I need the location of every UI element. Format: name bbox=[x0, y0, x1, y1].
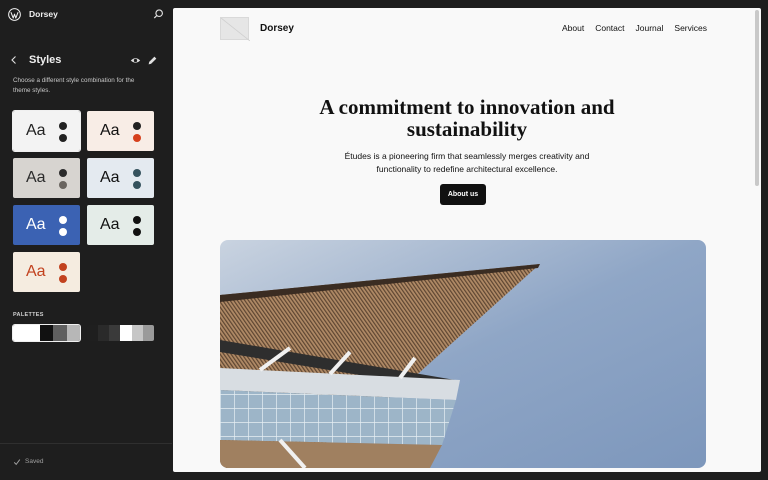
palettes-heading: PALETTES bbox=[13, 312, 44, 318]
hero-image[interactable] bbox=[220, 240, 706, 468]
variation-typography-sample: Aa bbox=[100, 216, 120, 233]
variation-color-dot bbox=[133, 134, 141, 142]
palette-option-1[interactable] bbox=[12, 324, 81, 342]
palette-option-2[interactable] bbox=[87, 325, 154, 341]
style-variation-2[interactable]: Aa bbox=[87, 111, 154, 151]
style-variation-5[interactable]: Aa bbox=[13, 205, 80, 245]
style-variation-1[interactable]: Aa bbox=[12, 110, 81, 152]
preview-scrollbar[interactable] bbox=[755, 10, 759, 186]
palette-swatch bbox=[26, 325, 40, 341]
hero-heading-line1: A commitment to innovation and bbox=[319, 95, 615, 119]
palette-swatch bbox=[142, 325, 154, 341]
palette-swatch bbox=[120, 325, 132, 341]
palette-swatch bbox=[98, 325, 110, 341]
building-photo bbox=[220, 240, 706, 468]
variation-color-dot bbox=[59, 169, 67, 177]
variation-color-dot bbox=[59, 181, 67, 189]
variation-color-dot bbox=[133, 169, 141, 177]
variation-color-dot bbox=[133, 216, 141, 224]
variation-typography-sample: Aa bbox=[26, 216, 46, 233]
site-title[interactable]: Dorsey bbox=[260, 23, 294, 34]
variation-color-dot bbox=[59, 263, 67, 271]
variation-color-dot bbox=[59, 228, 67, 236]
style-variation-7[interactable]: Aa bbox=[13, 252, 80, 292]
variation-typography-sample: Aa bbox=[100, 122, 120, 139]
eye-icon[interactable] bbox=[130, 55, 141, 66]
page-title: Styles bbox=[29, 54, 62, 66]
palette-swatch bbox=[87, 325, 99, 341]
palette-swatch bbox=[66, 325, 80, 341]
palette-swatch bbox=[13, 325, 27, 341]
nav-item-journal[interactable]: Journal bbox=[636, 23, 664, 33]
hero-subtitle[interactable]: Études is a pioneering firm that seamles… bbox=[327, 150, 607, 176]
site-logo-placeholder[interactable] bbox=[220, 17, 251, 42]
site-preview-canvas[interactable]: Dorsey About Contact Journal Services A … bbox=[173, 8, 761, 472]
divider bbox=[0, 443, 172, 444]
chevron-left-icon[interactable] bbox=[9, 55, 19, 65]
check-icon bbox=[13, 459, 21, 466]
style-variation-3[interactable]: Aa bbox=[13, 158, 80, 198]
nav-item-contact[interactable]: Contact bbox=[595, 23, 624, 33]
nav-item-about[interactable]: About bbox=[562, 23, 584, 33]
variation-color-dot bbox=[59, 216, 67, 224]
site-editor: Dorsey Styles Choose a different style c… bbox=[0, 0, 768, 480]
hero-heading[interactable]: A commitment to innovation and sustainab… bbox=[173, 96, 761, 140]
variation-color-dot bbox=[59, 122, 67, 130]
variation-typography-sample: Aa bbox=[26, 169, 46, 186]
palette-swatch bbox=[39, 325, 54, 341]
saved-label: Saved bbox=[25, 458, 44, 465]
site-navigation: About Contact Journal Services bbox=[562, 23, 707, 33]
variation-color-dot bbox=[133, 122, 141, 130]
palette-swatch bbox=[109, 325, 121, 341]
variation-typography-sample: Aa bbox=[26, 263, 46, 280]
hero-heading-line2: sustainability bbox=[406, 117, 528, 141]
wordpress-logo-icon[interactable] bbox=[8, 8, 21, 21]
palette-swatch bbox=[131, 325, 143, 341]
variation-color-dot bbox=[133, 228, 141, 236]
style-variation-4[interactable]: Aa bbox=[87, 158, 154, 198]
styles-sidebar: Dorsey Styles Choose a different style c… bbox=[0, 0, 172, 480]
about-us-button[interactable]: About us bbox=[440, 184, 486, 205]
search-icon[interactable] bbox=[152, 8, 165, 21]
styles-header: Styles bbox=[0, 50, 172, 70]
variation-color-dot bbox=[59, 134, 67, 142]
pencil-icon[interactable] bbox=[147, 55, 158, 66]
image-placeholder-icon bbox=[220, 17, 251, 42]
variation-typography-sample: Aa bbox=[100, 169, 120, 186]
variation-color-dot bbox=[133, 181, 141, 189]
site-name[interactable]: Dorsey bbox=[29, 9, 58, 19]
nav-item-services[interactable]: Services bbox=[674, 23, 707, 33]
variation-typography-sample: Aa bbox=[26, 122, 46, 139]
editor-topbar: Dorsey bbox=[0, 0, 172, 30]
palette-swatch bbox=[53, 325, 67, 341]
styles-description: Choose a different style combination for… bbox=[13, 77, 135, 94]
style-variation-6[interactable]: Aa bbox=[87, 205, 154, 245]
variation-color-dot bbox=[59, 275, 67, 283]
